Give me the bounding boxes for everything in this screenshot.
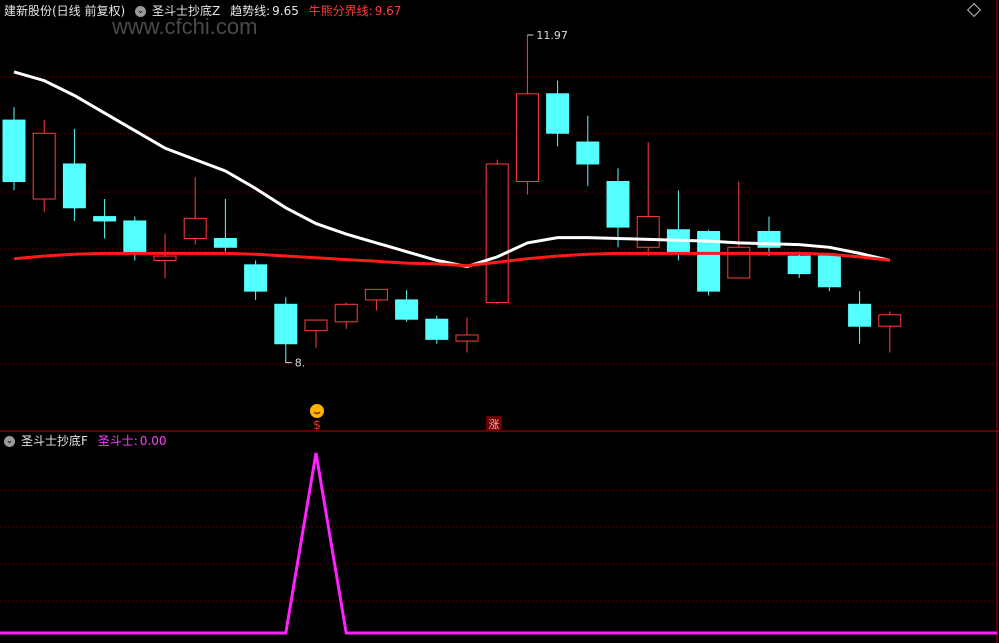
candle-body [576,141,600,165]
price-annotations: 11.97 8. $ 涨 [285,29,568,432]
candle-body [395,299,419,320]
signal-line [0,452,997,635]
candle-body [636,216,660,248]
candle-body [153,255,177,261]
chevron-down-icon[interactable]: ⌄ [4,436,15,447]
candle-body [274,303,298,345]
buy-signal-mark: $ [313,418,321,432]
candle-body [878,314,902,327]
bottom-indicator-name[interactable]: 圣斗士抄底F [21,434,88,448]
smile-signal-icon [310,404,324,418]
candle-body [425,318,449,340]
up-signal-mark: 涨 [489,418,500,431]
grid-lines [0,76,997,602]
candle-body [183,217,207,240]
candle-body [244,264,268,292]
candle-body [546,93,570,134]
chart-canvas[interactable]: 11.97 8. $ 涨 [0,0,999,643]
bull-bear-value: 9.67 [374,4,402,18]
stock-title[interactable]: 建新股份(日线 前复权) [4,4,125,18]
min-price-marker [285,358,292,364]
candlestick-series [2,35,902,359]
top-panel-header: 建新股份(日线 前复权) ⌄ 圣斗士抄底Z 趋势线: 9.65 牛熊分界线: 9.67 [4,3,407,19]
candle-body [2,119,26,182]
candle-body [364,288,388,301]
trend-label: 趋势线: [230,4,271,18]
candle-body [93,216,117,222]
candle-body [334,303,358,323]
candle-body [515,93,539,182]
candle-body [485,163,509,304]
candle-body [32,132,56,200]
candle-body [787,255,811,275]
candle-body [727,246,751,279]
bottom-panel-header: ⌄ 圣斗士抄底F 圣斗士: 0.00 [4,433,173,449]
bull-bear-line [13,251,890,268]
indicator-name[interactable]: 圣斗士抄底Z [152,4,220,18]
chevron-down-icon[interactable]: ⌄ [135,6,147,17]
max-price-label: 11.97 [536,29,568,42]
candle-body [123,220,147,253]
trend-value: 9.65 [272,4,299,18]
bull-bear-label: 牛熊分界线: [308,4,373,18]
candle-body [304,319,328,332]
candle-body [817,255,841,288]
min-price-label: 8. [295,357,306,370]
candle-body [848,303,872,327]
signal-series-value: 0.00 [139,434,167,448]
candle-body [213,238,237,248]
candle-body [62,163,86,209]
signal-series-label: 圣斗士: [97,434,138,448]
candle-body [455,334,479,342]
candle-body [606,180,630,228]
